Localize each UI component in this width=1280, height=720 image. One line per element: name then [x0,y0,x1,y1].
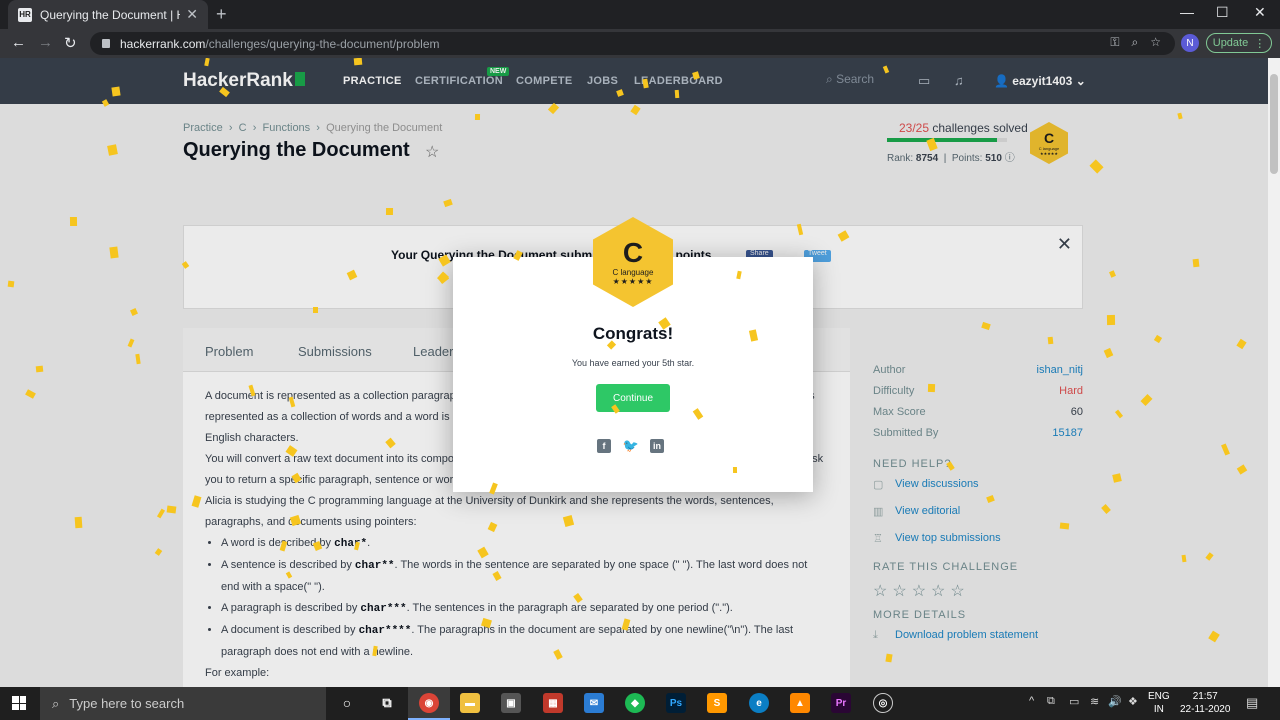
address-bar[interactable]: hackerrank.com/challenges/querying-the-d… [90,32,1175,55]
notifications-icon[interactable]: ▤ [1246,695,1258,711]
confetti-piece [35,365,44,373]
gift-icon[interactable]: ▦ [543,693,563,713]
update-button[interactable]: Update ⋮ [1206,33,1272,53]
tray-chevron-icon[interactable]: ^ [1029,695,1034,707]
confetti-piece [166,505,177,514]
twitter-icon[interactable]: 🐦 [623,438,639,453]
update-label: Update [1212,37,1249,49]
url-domain: hackerrank.com [120,36,206,51]
forward-icon[interactable]: → [38,34,53,51]
confetti-piece [1059,522,1070,530]
language-indicator[interactable]: ENG IN [1148,690,1170,716]
confetti-piece [1181,554,1187,563]
file-explorer-icon[interactable]: ▬ [460,693,480,713]
sublime-text-icon[interactable]: S [707,693,727,713]
new-tab-icon[interactable]: + [216,4,227,25]
browser-tab[interactable]: HR Querying the Document | Hacker ✕ [8,0,208,29]
hackerrank-favicon-icon: HR [18,7,32,22]
task-view-icon[interactable]: ⧉ [377,693,397,713]
confetti-piece [732,466,738,474]
profile-avatar[interactable]: N [1181,34,1199,52]
confetti-piece [885,653,893,663]
wifi-icon[interactable]: ≋ [1090,695,1099,708]
maps-icon[interactable]: ◆ [625,693,645,713]
confetti-piece [1106,314,1116,326]
battery-icon[interactable]: ▭ [1069,695,1079,708]
mail-icon[interactable]: ✉ [584,693,604,713]
confetti-piece [69,216,78,227]
confetti-piece [107,144,118,156]
modal-message: You have earned your 5th star. [571,358,695,368]
dropbox-icon[interactable]: ❖ [1128,695,1138,708]
zoom-icon[interactable]: ⌕ [1132,35,1139,50]
page-scrollbar[interactable] [1268,58,1280,687]
confetti-piece [313,307,318,313]
page: HackerRank PRACTICE CERTIFICATION NEW CO… [0,58,1268,687]
bookmark-star-icon[interactable]: ☆ [1150,35,1161,50]
confetti-piece [74,516,83,529]
lock-icon [102,39,110,48]
tray-app-icon[interactable]: ⧉ [1047,695,1055,708]
taskbar-search-input[interactable]: ⌕ Type here to search [40,687,326,720]
browser-toolbar: ← → ↻ hackerrank.com/challenges/querying… [0,29,1280,58]
chrome-icon[interactable]: ◉ [419,693,439,713]
linkedin-icon[interactable]: in [650,439,664,453]
volume-icon[interactable]: 🔊 [1108,695,1122,708]
store-icon[interactable]: ▣ [501,693,521,713]
premiere-icon[interactable]: Pr [831,693,851,713]
tab-title: Querying the Document | Hacker [40,7,180,22]
key-icon[interactable]: ⚿ [1110,35,1119,50]
edge-icon[interactable]: e [749,693,769,713]
confetti-piece [927,383,936,393]
confetti-piece [1192,258,1200,268]
browser-tabbar: HR Querying the Document | Hacker ✕ + — … [0,0,1280,29]
confetti-piece [474,113,481,121]
confetti-piece [109,246,119,259]
modal-title: Congrats! [592,324,674,343]
close-tab-icon[interactable]: ✕ [186,6,198,23]
menu-dots-icon: ⋮ [1254,37,1266,50]
photoshop-icon[interactable]: Ps [666,693,686,713]
confetti-piece [674,89,680,99]
search-icon: ⌕ [52,695,60,711]
facebook-icon[interactable]: f [597,439,611,453]
continue-button[interactable]: Continue [596,384,670,412]
confetti-piece [111,86,121,97]
close-window-icon[interactable]: ✕ [1254,4,1266,21]
cortana-icon[interactable]: ○ [337,693,357,713]
vlc-icon[interactable]: ▲ [790,693,810,713]
reload-icon[interactable]: ↻ [64,34,77,52]
back-icon[interactable]: ← [11,34,26,51]
obs-icon[interactable]: ◎ [873,693,893,713]
url-path: /challenges/querying-the-document/proble… [205,36,440,51]
taskbar-clock[interactable]: 21:57 22-11-2020 [1180,690,1230,716]
confetti-piece [353,58,363,66]
confetti-piece [1047,336,1054,345]
maximize-icon[interactable]: ☐ [1216,4,1229,21]
windows-taskbar: ⌕ Type here to search ○ ⧉ ◉ ▬ ▣ ▦ ✉ ◆ Ps … [0,687,1280,720]
minimize-icon[interactable]: — [1180,4,1194,20]
windows-start-icon[interactable] [12,696,26,710]
confetti-piece [7,280,15,288]
confetti-piece [385,207,394,216]
